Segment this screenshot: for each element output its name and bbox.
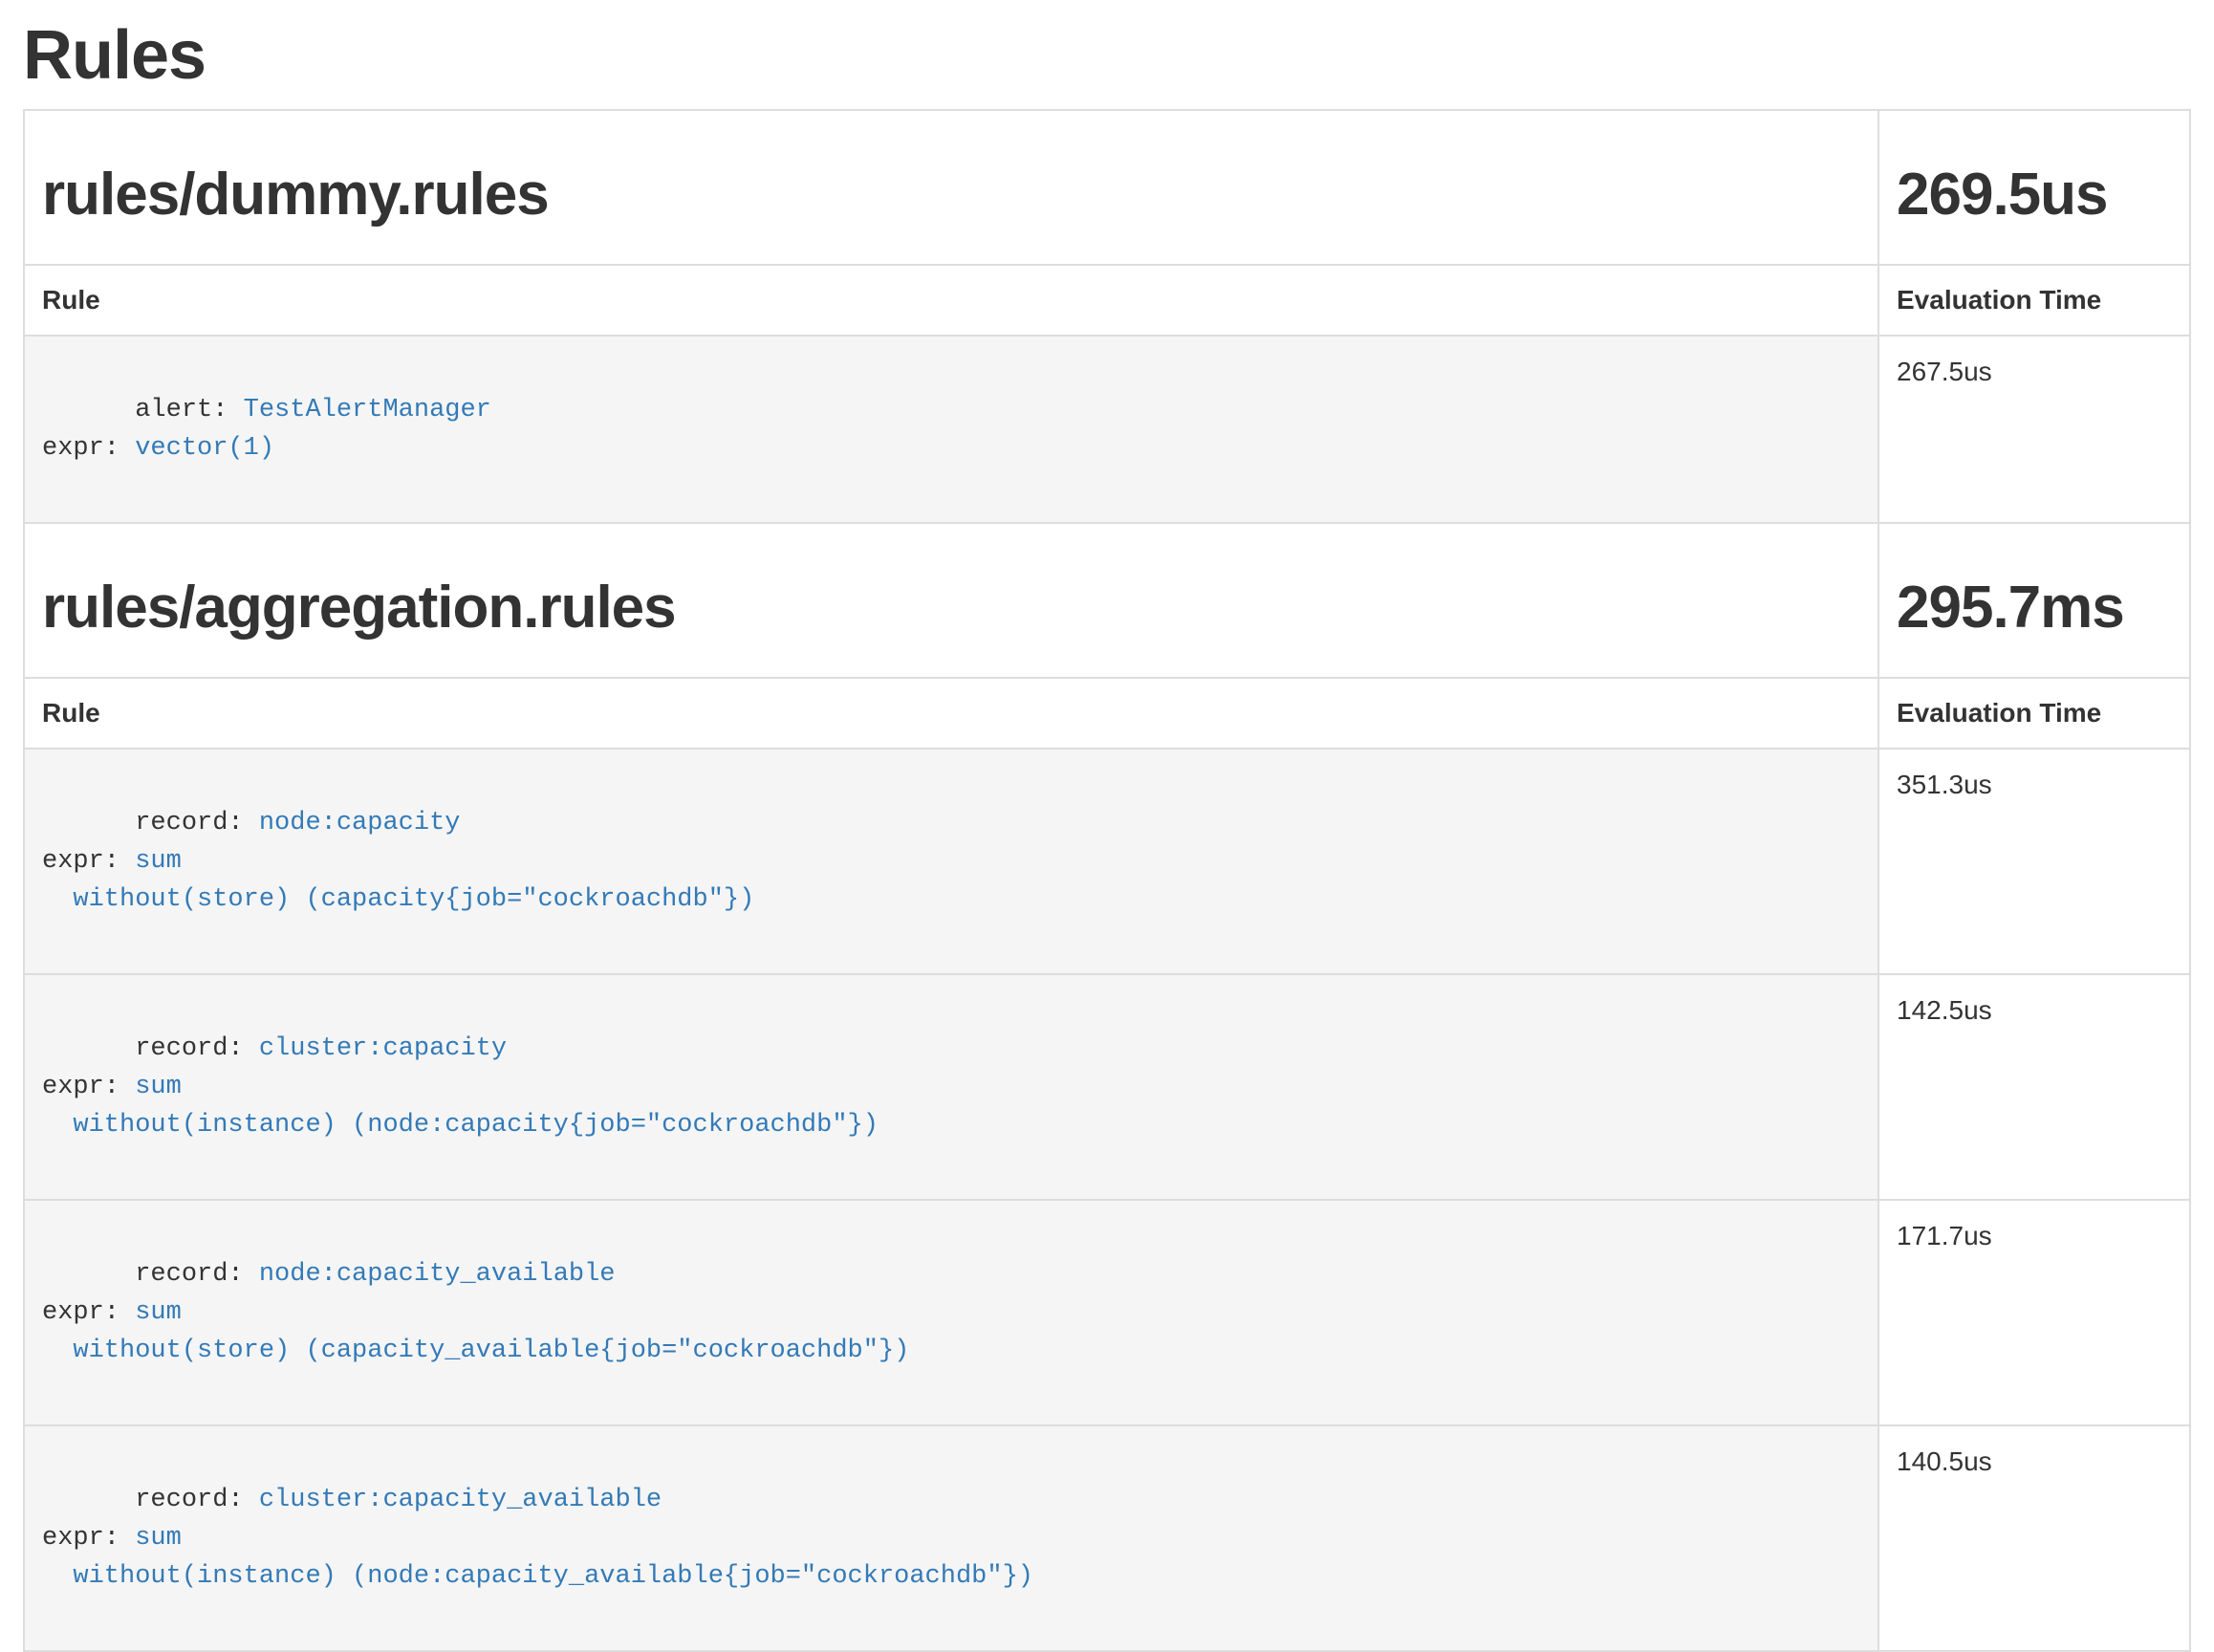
rule-group-header-row: rules/dummy.rules 269.5us: [24, 110, 2190, 265]
rule-definition-cell: record: node:capacity_available expr: su…: [24, 1200, 1878, 1425]
rule-link[interactable]: node:capacity_available: [259, 1260, 616, 1289]
column-header-row: Rule Evaluation Time: [24, 265, 2190, 336]
rule-code: record: cluster:capacity_available expr:…: [42, 1486, 1033, 1591]
rule-link[interactable]: cluster:capacity: [259, 1034, 507, 1063]
rule-link[interactable]: vector(1): [135, 434, 274, 463]
rule-row: alert: TestAlertManager expr: vector(1) …: [24, 336, 2190, 523]
rule-group-evaluation-time-cell: 269.5us: [1878, 110, 2190, 265]
rule-code: alert: TestAlertManager expr: vector(1): [42, 396, 491, 463]
page-title: Rules: [23, 19, 2191, 94]
rule-definition-cell: record: cluster:capacity expr: sum witho…: [24, 974, 1878, 1200]
rule-column-header: Rule: [42, 285, 100, 315]
rule-evaluation-time: 140.5us: [1878, 1425, 2190, 1651]
rule-code: record: node:capacity_available expr: su…: [42, 1260, 909, 1365]
rule-link[interactable]: sum without(instance) (node:capacity_ava…: [42, 1524, 1033, 1591]
rule-link[interactable]: sum without(instance) (node:capacity{job…: [42, 1073, 879, 1140]
rule-group-header-row: rules/aggregation.rules 295.7ms: [24, 523, 2190, 678]
rule-row: record: cluster:capacity_available expr:…: [24, 1425, 2190, 1651]
rule-evaluation-time: 267.5us: [1878, 336, 2190, 523]
rule-link[interactable]: node:capacity: [259, 809, 461, 837]
rule-definition-cell: alert: TestAlertManager expr: vector(1): [24, 336, 1878, 523]
rules-page: Rules rules/dummy.rules 269.5us Rule Eva…: [0, 19, 2214, 1652]
evaluation-time-column-header: Evaluation Time: [1897, 698, 2101, 728]
rule-link[interactable]: sum without(store) (capacity_available{j…: [42, 1298, 909, 1365]
rule-evaluation-time: 351.3us: [1878, 749, 2190, 974]
rule-definition-cell: record: cluster:capacity_available expr:…: [24, 1425, 1878, 1651]
rule-group-name-cell: rules/aggregation.rules: [24, 523, 1878, 678]
rule-group-name-cell: rules/dummy.rules: [24, 110, 1878, 265]
rule-code: record: cluster:capacity expr: sum witho…: [42, 1034, 879, 1140]
rule-row: record: node:capacity expr: sum without(…: [24, 749, 2190, 974]
rule-link[interactable]: cluster:capacity_available: [259, 1486, 662, 1514]
rule-row: record: cluster:capacity expr: sum witho…: [24, 974, 2190, 1200]
rule-definition-cell: record: node:capacity expr: sum without(…: [24, 749, 1878, 974]
rule-column-header: Rule: [42, 698, 100, 728]
rule-link[interactable]: sum without(store) (capacity{job="cockro…: [42, 847, 754, 914]
rules-table: rules/dummy.rules 269.5us Rule Evaluatio…: [23, 109, 2191, 1652]
rule-group-name: rules/aggregation.rules: [42, 576, 1860, 641]
rule-group-evaluation-time-cell: 295.7ms: [1878, 523, 2190, 678]
rule-evaluation-time: 142.5us: [1878, 974, 2190, 1200]
rule-group-name: rules/dummy.rules: [42, 163, 1860, 228]
rule-code: record: node:capacity expr: sum without(…: [42, 809, 754, 914]
rule-link[interactable]: TestAlertManager: [244, 396, 491, 424]
rule-group-evaluation-time: 295.7ms: [1897, 576, 2172, 641]
rule-row: record: node:capacity_available expr: su…: [24, 1200, 2190, 1425]
rule-group-evaluation-time: 269.5us: [1897, 163, 2172, 228]
column-header-row: Rule Evaluation Time: [24, 678, 2190, 749]
rule-evaluation-time: 171.7us: [1878, 1200, 2190, 1425]
evaluation-time-column-header: Evaluation Time: [1897, 285, 2101, 315]
